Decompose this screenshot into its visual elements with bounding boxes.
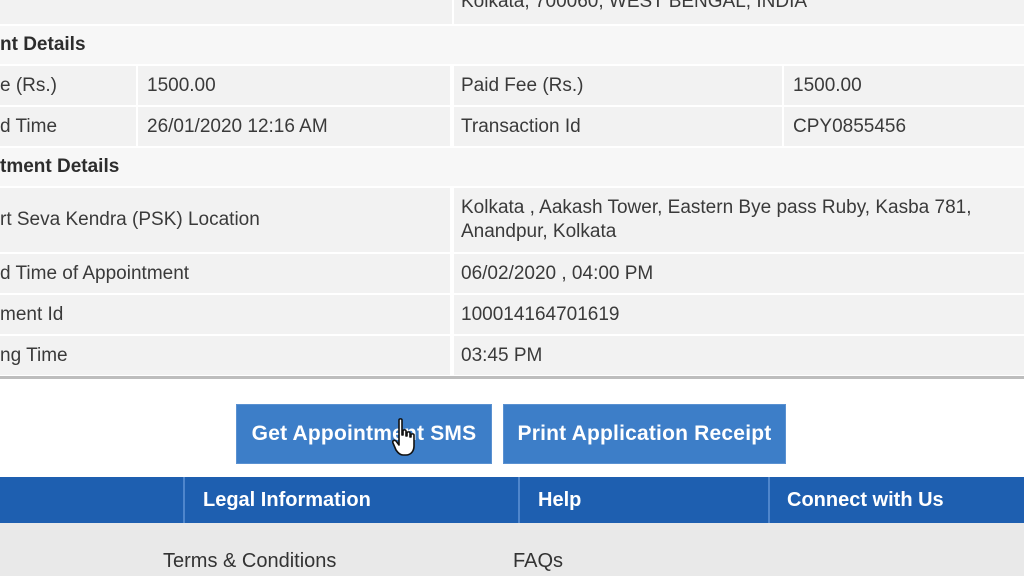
fee-label: e (Rs.) [0, 66, 136, 105]
table-row: d Time of Appointment 06/02/2020 , 04:00… [0, 254, 1024, 293]
paid-time-label: d Time [0, 107, 136, 146]
appointment-section-title: tment Details [0, 148, 1024, 186]
hand-pointer-icon [392, 418, 415, 456]
reporting-time-value: 03:45 PM [454, 336, 1024, 375]
payment-section-header: nt Details [0, 26, 1024, 64]
psk-location-value: Kolkata , Aakash Tower, Eastern Bye pass… [454, 188, 1024, 252]
table-row: e (Rs.) 1500.00 Paid Fee (Rs.) 1500.00 [0, 66, 1024, 105]
appointment-datetime-label: d Time of Appointment [0, 254, 450, 293]
footer-divider [183, 477, 185, 523]
payment-section-title: nt Details [0, 26, 1024, 64]
faqs-link[interactable]: FAQs [513, 550, 563, 573]
address-value: Kolkata, 700060, WEST BENGAL, INDIA [454, 0, 1024, 24]
transaction-id-label: Transaction Id [454, 107, 782, 146]
get-appointment-sms-button[interactable]: Get Appointment SMS [236, 404, 492, 464]
transaction-id-value: CPY0855456 [784, 107, 1024, 146]
appointment-id-value: 100014164701619 [454, 295, 1024, 334]
psk-location-label: rt Seva Kendra (PSK) Location [0, 188, 450, 252]
footer-legal-information: Legal Information [203, 488, 371, 511]
footer-help: Help [538, 488, 582, 511]
address-row: Kolkata, 700060, WEST BENGAL, INDIA [0, 0, 1024, 24]
table-row: ment Id 100014164701619 [0, 295, 1024, 334]
table-bottom-border [0, 376, 1024, 379]
fee-value: 1500.00 [138, 66, 450, 105]
paid-fee-value: 1500.00 [784, 66, 1024, 105]
terms-conditions-link[interactable]: Terms & Conditions [163, 550, 336, 573]
paid-fee-label: Paid Fee (Rs.) [454, 66, 782, 105]
footer-divider [518, 477, 520, 523]
paid-time-value: 26/01/2020 12:16 AM [138, 107, 450, 146]
footer-connect-with-us: Connect with Us [787, 488, 944, 511]
reporting-time-label: ng Time [0, 336, 450, 375]
address-label-cell [0, 0, 452, 24]
appointment-datetime-value: 06/02/2020 , 04:00 PM [454, 254, 1024, 293]
footer-links-area [0, 523, 1024, 576]
appointment-section-header: tment Details [0, 148, 1024, 186]
table-row: d Time 26/01/2020 12:16 AM Transaction I… [0, 107, 1024, 146]
footer-divider [768, 477, 770, 523]
print-application-receipt-button[interactable]: Print Application Receipt [503, 404, 786, 464]
appointment-id-label: ment Id [0, 295, 450, 334]
table-row: ng Time 03:45 PM [0, 336, 1024, 375]
table-row: rt Seva Kendra (PSK) Location Kolkata , … [0, 188, 1024, 252]
